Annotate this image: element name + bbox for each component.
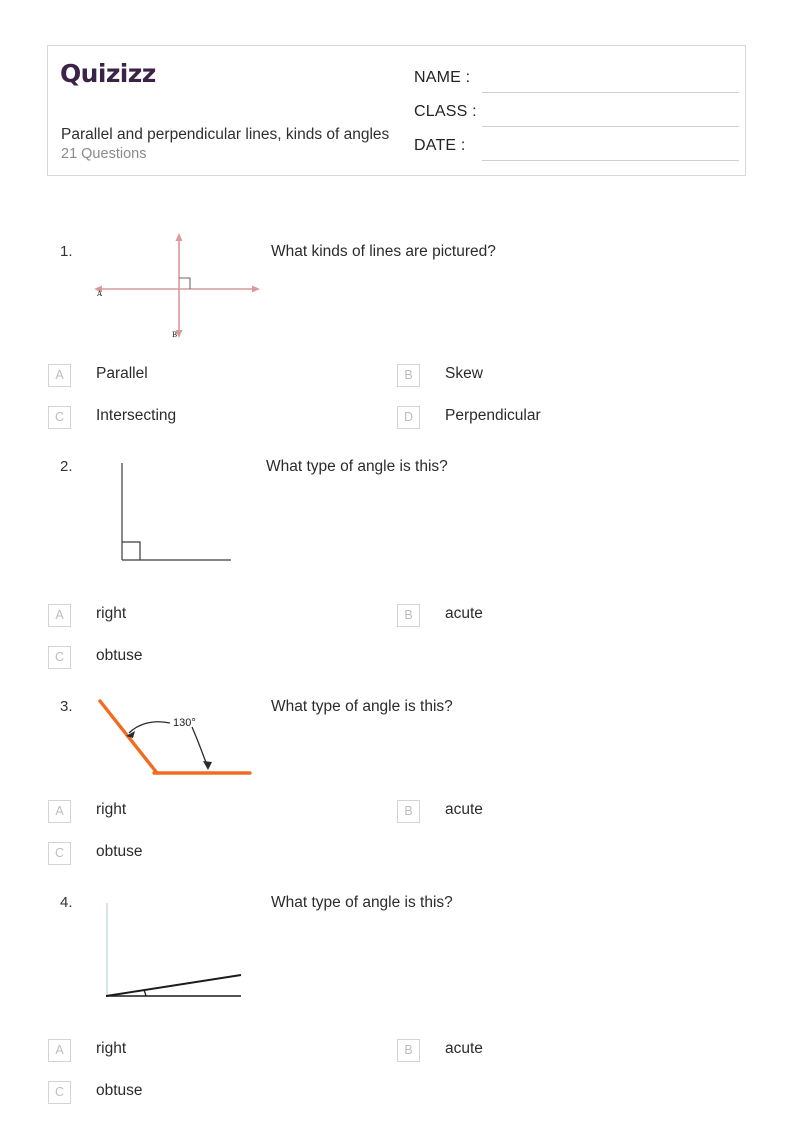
name-field-row: NAME : bbox=[414, 69, 739, 93]
option-letter-box: C bbox=[48, 406, 71, 429]
option-letter-box: A bbox=[48, 364, 71, 387]
question-1-text: What kinds of lines are pictured? bbox=[271, 243, 496, 260]
quizizz-logo: Quizizz bbox=[60, 59, 156, 88]
option-label: Intersecting bbox=[96, 407, 177, 424]
option-label: obtuse bbox=[96, 647, 143, 664]
option-letter-box: C bbox=[48, 646, 71, 669]
option-label: Skew bbox=[445, 365, 483, 382]
class-field-label: CLASS : bbox=[414, 103, 477, 120]
question-2-text: What type of angle is this? bbox=[266, 458, 448, 475]
option-label: obtuse bbox=[96, 843, 143, 860]
question-1-number: 1. bbox=[60, 243, 73, 260]
question-2-figure-right-angle bbox=[121, 463, 231, 561]
question-2-number: 2. bbox=[60, 458, 73, 475]
date-field-label: DATE : bbox=[414, 137, 466, 154]
quizizz-logo-text: Quizizz bbox=[60, 59, 156, 88]
class-field-row: CLASS : bbox=[414, 103, 739, 127]
option-label: acute bbox=[445, 1040, 483, 1057]
option-label: obtuse bbox=[96, 1082, 143, 1099]
option-letter-box: B bbox=[397, 364, 420, 387]
question-3-figure-obtuse-angle: 130° bbox=[98, 699, 252, 775]
question-4-number: 4. bbox=[60, 894, 73, 911]
question-4-text: What type of angle is this? bbox=[271, 894, 453, 911]
date-field-row: DATE : bbox=[414, 137, 739, 161]
worksheet-header: Quizizz Parallel and perpendicular lines… bbox=[47, 45, 746, 176]
option-label: right bbox=[96, 1040, 127, 1057]
question-1-figure-label-a: A bbox=[96, 290, 103, 298]
question-3-text: What type of angle is this? bbox=[271, 698, 453, 715]
page-title: Parallel and perpendicular lines, kinds … bbox=[61, 126, 390, 143]
question-4-figure-acute-angle bbox=[105, 903, 242, 997]
option-letter-box: C bbox=[48, 1081, 71, 1104]
question-1-figure-label-b: B bbox=[172, 331, 177, 339]
option-label: right bbox=[96, 801, 127, 818]
question-count: 21 Questions bbox=[61, 146, 147, 162]
option-label: Perpendicular bbox=[445, 407, 541, 424]
class-field-input[interactable] bbox=[482, 126, 739, 127]
option-letter-box: B bbox=[397, 1039, 420, 1062]
option-letter-box: D bbox=[397, 406, 420, 429]
question-3-angle-measure: 130° bbox=[173, 717, 196, 729]
question-3-number: 3. bbox=[60, 698, 73, 715]
option-letter-box: A bbox=[48, 800, 71, 823]
option-label: Parallel bbox=[96, 365, 148, 382]
option-letter-box: B bbox=[397, 604, 420, 627]
option-label: acute bbox=[445, 605, 483, 622]
option-letter-box: A bbox=[48, 1039, 71, 1062]
option-label: right bbox=[96, 605, 127, 622]
option-letter-box: C bbox=[48, 842, 71, 865]
date-field-input[interactable] bbox=[482, 160, 739, 161]
name-field-input[interactable] bbox=[482, 92, 739, 93]
option-letter-box: A bbox=[48, 604, 71, 627]
name-field-label: NAME : bbox=[414, 69, 471, 86]
question-1-figure-perpendicular-lines: A B bbox=[94, 233, 260, 339]
option-label: acute bbox=[445, 801, 483, 818]
option-letter-box: B bbox=[397, 800, 420, 823]
